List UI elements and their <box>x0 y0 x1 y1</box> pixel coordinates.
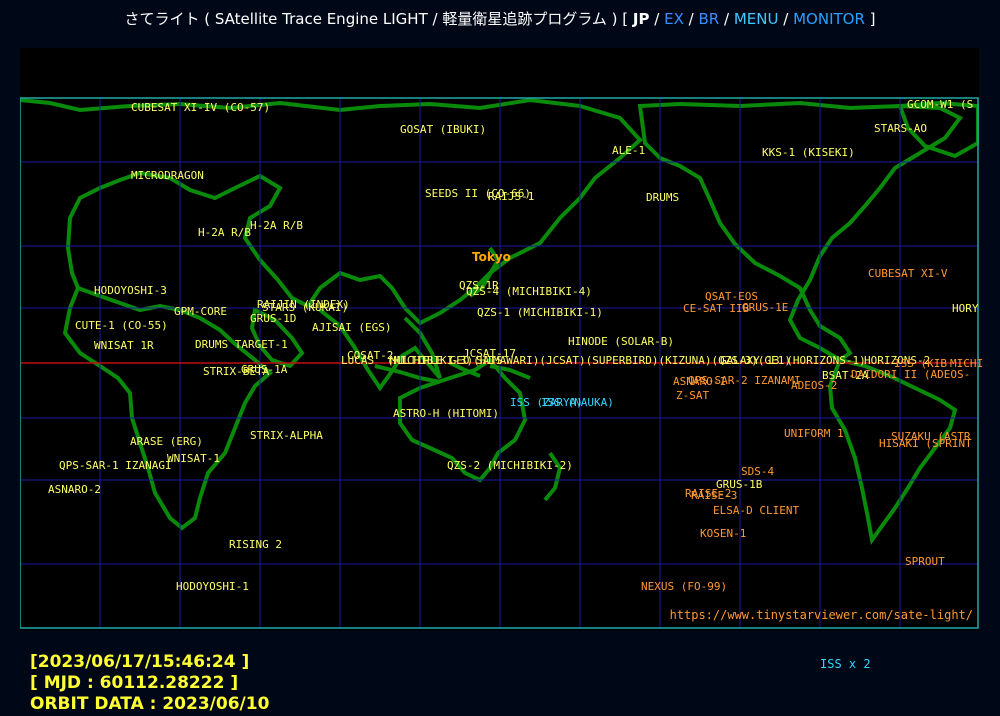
nav-br-link[interactable]: BR <box>699 10 720 28</box>
satellite-label[interactable]: HINODE (SOLAR-B) <box>568 336 674 348</box>
page-title: さてライト ( SAtellite Trace Engine LIGHT / 軽… <box>124 10 629 28</box>
satellite-label[interactable]: DRUMS <box>646 192 679 204</box>
satellite-label[interactable]: NEXUS (FO-99) <box>641 581 727 593</box>
satellite-label[interactable]: GALAXY 13 (HORIZONS-1) <box>720 355 866 367</box>
header-bar: さてライト ( SAtellite Trace Engine LIGHT / 軽… <box>0 8 1000 29</box>
satellite-label[interactable]: MICRODRAGON <box>131 170 204 182</box>
satellite-label[interactable]: HORY <box>952 303 979 315</box>
status-panel: [2023/06/17/15:46:24 ] [ MJD : 60112.282… <box>30 652 269 715</box>
satellite-label[interactable]: KKS-1 (KISEKI) <box>762 147 855 159</box>
satellite-label[interactable]: WNISAT-1 <box>167 453 220 465</box>
satellite-label[interactable]: SPROUT <box>905 556 945 568</box>
satellite-label[interactable]: QPS-SAR-1 IZANAGI <box>59 460 172 472</box>
satellite-label[interactable]: RAIJS-1 <box>488 191 534 203</box>
satellite-label[interactable]: STARS-AO <box>874 123 927 135</box>
datetime-readout: [2023/06/17/15:46:24 ] <box>30 652 250 672</box>
satellite-label[interactable]: GOSAT (IBUKI) <box>400 124 486 136</box>
nav-ex-link[interactable]: EX <box>664 10 684 28</box>
satellite-label[interactable]: CUBESAT XI-V <box>868 268 947 280</box>
nav-monitor-link[interactable]: MONITOR <box>793 10 865 28</box>
satellite-label[interactable]: RISING 2 <box>229 539 282 551</box>
satellite-label[interactable]: CE-SAT IIB <box>683 303 749 315</box>
satellite-label[interactable]: QZS-4 (MICHIBIKI-4) <box>466 286 592 298</box>
satellite-label[interactable]: QZS-1 (MICHIBIKI-1) <box>477 307 603 319</box>
satellite-label[interactable]: AJISAI (EGS) <box>312 322 391 334</box>
satellite-label[interactable]: ISS (NAUKA) <box>541 397 614 409</box>
satellite-label[interactable]: DAIDORI II (ADEOS- <box>851 369 970 381</box>
satellite-label[interactable]: HISAKI (SPRINT <box>879 438 972 450</box>
nav-separator: / <box>688 10 694 28</box>
satellite-label[interactable]: WNISAT 1R <box>94 340 154 352</box>
continent-outline <box>827 357 958 546</box>
satellite-label[interactable]: ASNARO-2 <box>48 484 101 496</box>
satellite-label[interactable]: SDS-4 <box>741 466 774 478</box>
nav-separator: / <box>654 10 660 28</box>
satellite-label[interactable]: LUCAS <box>341 355 374 367</box>
nav-menu-link[interactable]: MENU <box>734 10 779 28</box>
continent-outline <box>637 100 964 363</box>
satellite-label[interactable]: GCOM-W1 (S <box>907 99 973 111</box>
satellite-label[interactable]: GRUS-1D <box>250 313 296 325</box>
satellite-label[interactable]: RAISE-3 <box>691 490 737 502</box>
satellite-label[interactable]: GRUS-1A <box>241 364 287 376</box>
nav-separator: / <box>783 10 789 28</box>
world-map-canvas <box>20 97 979 629</box>
satellite-label[interactable]: HODOYOSHI-3 <box>94 285 167 297</box>
satellite-label[interactable]: QZS-2 (MICHIBIKI-2) <box>447 460 573 472</box>
satellite-label[interactable]: KOSEN-1 <box>700 528 746 540</box>
nav-separator: / <box>724 10 730 28</box>
satellite-label[interactable]: Z-SAT <box>676 390 709 402</box>
satellite-label[interactable]: ALE-1 <box>612 145 645 157</box>
iss-count-label: ISS x 2 <box>820 657 871 671</box>
satellite-label[interactable]: ADEOS-2 <box>791 380 837 392</box>
satellite-label[interactable]: H-2A R/B <box>198 227 251 239</box>
satellite-label[interactable]: UNIFORM 1 <box>784 428 844 440</box>
satellite-label[interactable]: CUTE-1 (CO-55) <box>75 320 168 332</box>
satellite-label[interactable]: ARASE (ERG) <box>130 436 203 448</box>
city-label-tokyo: Tokyo <box>472 250 511 264</box>
site-url[interactable]: https://www.tinystarviewer.com/sate-ligh… <box>670 608 973 622</box>
satellite-label[interactable]: QPS-SAR-2 IZANAMI <box>688 375 801 387</box>
satellite-label[interactable]: STRIX-ALPHA <box>250 430 323 442</box>
satellite-label[interactable]: GPM-CORE <box>174 306 227 318</box>
nav-jp-link[interactable]: JP <box>633 10 650 28</box>
orbit-data-readout: ORBIT DATA : 2023/06/10 <box>30 694 270 714</box>
satellite-label[interactable]: CUBESAT XI-IV (CO-57) <box>131 102 270 114</box>
close-bracket: ] <box>869 10 876 28</box>
satellite-label[interactable]: GRUS-1E <box>742 302 788 314</box>
satellite-map[interactable]: CUBESAT XI-IV (CO-57) GOSAT (IBUKI) GCOM-W… <box>20 48 983 630</box>
satellite-label[interactable]: DRUMS TARGET-1 <box>195 339 288 351</box>
satellite-label[interactable]: ELSA-D CLIENT <box>713 505 799 517</box>
satellite-label[interactable]: ASTRO-H (HITOMI) <box>393 408 499 420</box>
mjd-readout: [ MJD : 60112.28222 ] <box>30 673 239 693</box>
satellite-label[interactable]: H-2A R/B <box>250 220 303 232</box>
satellite-label[interactable]: HODOYOSHI-1 <box>176 581 249 593</box>
